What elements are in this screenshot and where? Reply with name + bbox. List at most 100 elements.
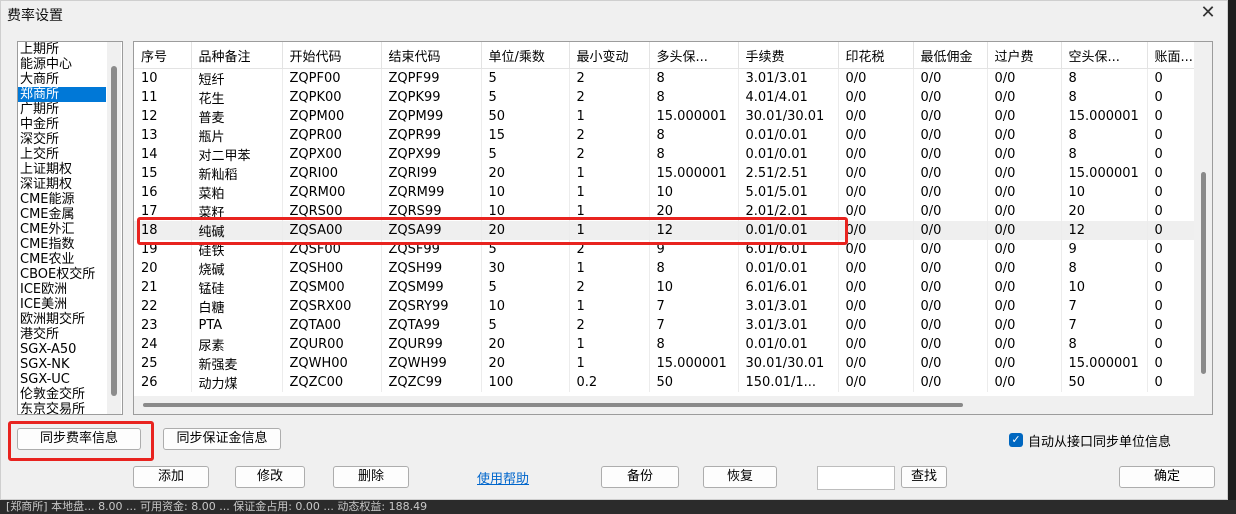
column-header[interactable]: 最低佣金 (913, 42, 988, 69)
table-cell: 0/0 (838, 107, 914, 126)
exchange-list[interactable]: 上期所 能源中心 大商所 郑商所 广期所 中金所 深交所 上交所 上证期权 深证期权 CME能源 CM… (17, 41, 123, 415)
restore-button[interactable]: 恢复 (703, 466, 777, 488)
table-cell: 0 (1147, 126, 1198, 145)
title-bar[interactable]: 费率设置 ✕ (1, 1, 1227, 27)
vertical-scroll-thumb[interactable] (1201, 172, 1206, 374)
column-header[interactable]: 多头保... (649, 42, 739, 69)
column-header[interactable]: 空头保... (1061, 42, 1148, 69)
table-vertical-scrollbar[interactable] (1194, 42, 1212, 414)
table-cell: 0.01/0.01 (738, 126, 839, 145)
table-row[interactable]: 14 对二甲苯 ZQPX00 ZQPX99 5 2 8 0.01/0.01 0/0 0/0 0/0 8… (134, 145, 1198, 164)
table-row[interactable]: 17 菜籽 ZQRS00 ZQRS99 10 1 20 2.01/2.01 0/0 0/0 0/0 2… (134, 202, 1198, 221)
table-row[interactable]: 21 锰硅 ZQSM00 ZQSM99 5 2 10 6.01/6.01 0/0 0/0 0/0 10… (134, 278, 1198, 297)
table-cell: 2 (569, 240, 650, 259)
table-cell: 1 (569, 334, 650, 354)
close-icon[interactable]: ✕ (1197, 3, 1219, 23)
table-row[interactable]: 12 普麦 ZQPM00 ZQPM99 50 1 15.000001 30.01/30.01 0… (134, 107, 1198, 126)
backup-button[interactable]: 备份 (601, 466, 679, 488)
table-cell: 15.000001 (649, 353, 739, 373)
checkmark-icon[interactable]: ✓ (1009, 433, 1023, 447)
table-row[interactable]: 20 烧碱 ZQSH00 ZQSH99 30 1 8 0.01/0.01 0/0 0/0 0/0 8 0 (134, 259, 1198, 278)
table-cell: 0/0 (838, 145, 914, 164)
find-button[interactable]: 查找 (901, 466, 947, 488)
table-cell: 30.01/30.01 (738, 353, 839, 373)
table-row[interactable]: 10 短纤 ZQPF00 ZQPF99 5 2 8 3.01/3.01 0/0 0/0 0/0 8 0 (134, 68, 1198, 88)
table-cell: ZQSH00 (282, 259, 382, 278)
table-cell: 3.01/3.01 (738, 68, 839, 88)
table-cell: ZQSF99 (381, 240, 482, 259)
table-row[interactable]: 24 尿素 ZQUR00 ZQUR99 20 1 8 0.01/0.01 0/0 0/0 0/0 8 0 (134, 334, 1198, 354)
help-link[interactable]: 使用帮助 (477, 468, 529, 487)
table-row[interactable]: 11 花生 ZQPK00 ZQPK99 5 2 8 4.01/4.01 0/0 0/0 0/0 8 0 (134, 88, 1198, 107)
sync-rate-button[interactable]: 同步费率信息 (17, 428, 141, 450)
table-cell: 0/0 (913, 297, 988, 316)
table-cell: 0/0 (838, 202, 914, 221)
table-row[interactable]: 19 硅铁 ZQSF00 ZQSF99 5 2 9 6.01/6.01 0/0 0/0 0/0 9 0 (134, 240, 1198, 259)
table-cell: 1 (569, 353, 650, 373)
table-cell: 8 (1061, 88, 1148, 107)
column-header[interactable]: 开始代码 (282, 42, 382, 69)
search-input[interactable] (817, 466, 895, 490)
add-button[interactable]: 添加 (133, 466, 209, 488)
table-cell: 1 (569, 183, 650, 202)
table-cell: ZQPX00 (282, 145, 382, 164)
table-cell: 0 (1147, 183, 1198, 202)
edit-button[interactable]: 修改 (235, 466, 305, 488)
table-cell: 22 (134, 297, 192, 316)
table-cell: 15.000001 (1061, 353, 1148, 373)
table-cell: 动力煤 (191, 372, 283, 392)
table-cell: 0.01/0.01 (738, 259, 839, 278)
column-header[interactable]: 最小变动 (569, 42, 650, 69)
table-cell: 8 (649, 88, 739, 107)
table-row[interactable]: 23 PTA ZQTA00 ZQTA99 5 2 7 3.01/3.01 0/0 0/0 0/0 7 0 (134, 316, 1198, 335)
delete-button[interactable]: 删除 (333, 466, 409, 488)
table-cell: PTA (191, 316, 283, 335)
column-header[interactable]: 序号 (134, 42, 192, 69)
table-cell: 1 (569, 107, 650, 126)
column-header[interactable]: 结束代码 (381, 42, 482, 69)
window-title: 费率设置 (7, 8, 63, 24)
table-cell: 20 (481, 221, 570, 240)
table-cell: 烧碱 (191, 259, 283, 278)
column-header[interactable]: 印花税 (838, 42, 914, 69)
table-row[interactable]: 16 菜粕 ZQRM00 ZQRM99 10 1 10 5.01/5.01 0/0 0/0 0/0 1… (134, 183, 1198, 202)
table-cell: 对二甲苯 (191, 145, 283, 164)
table-row[interactable]: 13 瓶片 ZQPR00 ZQPR99 15 2 8 0.01/0.01 0/0 0/0 0/0 8 0 (134, 126, 1198, 145)
table-cell: 0 (1147, 221, 1198, 240)
auto-sync-checkbox[interactable]: ✓ 自动从接口同步单位信息 (1009, 431, 1171, 450)
table-cell: 0/0 (838, 240, 914, 259)
sync-margin-button[interactable]: 同步保证金信息 (163, 428, 281, 450)
table-row[interactable]: 18 纯碱 ZQSA00 ZQSA99 20 1 12 0.01/0.01 0/0 0/0 0/0 1… (134, 221, 1198, 240)
table-row[interactable]: 26 动力煤 ZQZC00 ZQZC99 100 0.2 50 150.01/1... 0/0 0… (134, 372, 1198, 392)
exchange-item[interactable]: 郑商所 (18, 87, 106, 102)
table-row[interactable]: 25 新强麦 ZQWH00 ZQWH99 20 1 15.000001 30.01/30.01… (134, 353, 1198, 373)
table-cell: 1 (569, 297, 650, 316)
table-cell: ZQSF00 (282, 240, 382, 259)
table-cell: 20 (481, 353, 570, 373)
exchange-list-scrollbar[interactable] (107, 42, 121, 414)
ok-button[interactable]: 确定 (1119, 466, 1215, 488)
table-cell: 0 (1147, 164, 1198, 183)
table-horizontal-scrollbar[interactable] (134, 396, 1194, 414)
table-cell: ZQSM99 (381, 278, 482, 297)
table-cell: 50 (481, 107, 570, 126)
table-cell: 0/0 (987, 68, 1062, 88)
column-header[interactable]: 手续费 (738, 42, 839, 69)
table-cell: 0/0 (838, 372, 914, 392)
table-row[interactable]: 15 新籼稻 ZQRI00 ZQRI99 20 1 15.000001 2.51/2.51 0/… (134, 164, 1198, 183)
table-cell: 8 (649, 126, 739, 145)
column-header[interactable]: 过户费 (987, 42, 1062, 69)
horizontal-scroll-thumb[interactable] (143, 403, 963, 407)
column-header[interactable]: 单位/乘数 (481, 42, 570, 69)
table-cell: 0/0 (913, 221, 988, 240)
table-cell: 19 (134, 240, 192, 259)
table-cell: 0 (1147, 107, 1198, 126)
table-cell: ZQWH99 (381, 353, 482, 373)
table-row[interactable]: 22 白糖 ZQSRX00 ZQSRY99 10 1 7 3.01/3.01 0/0 0/0 0/0… (134, 297, 1198, 316)
column-header[interactable]: 账面... (1147, 42, 1198, 69)
exchange-list-scroll-thumb[interactable] (111, 66, 117, 396)
table-cell: 18 (134, 221, 192, 240)
column-header[interactable]: 品种备注 (191, 42, 283, 69)
table-cell: 5 (481, 68, 570, 88)
table-cell: 0/0 (987, 88, 1062, 107)
